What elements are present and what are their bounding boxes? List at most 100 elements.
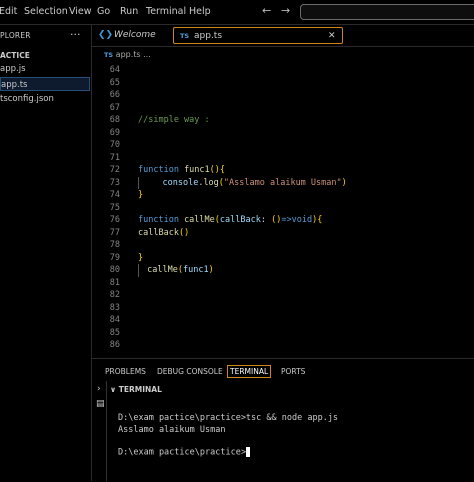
code-token: callBack — [219, 215, 261, 225]
code-line[interactable]: 83 — [92, 302, 474, 315]
code-line[interactable]: 64 — [92, 64, 474, 77]
code-text: callBack() — [138, 227, 189, 240]
code-token: callMe — [184, 215, 215, 225]
code-line[interactable]: 76 function callMe(callBack: ()=>void){ — [92, 214, 474, 227]
tab-ports[interactable]: PORTS — [281, 367, 305, 376]
code-line[interactable]: 73 console.log("Asslamo alaikum Usman") — [92, 176, 474, 189]
code-line[interactable]: 86 — [92, 339, 474, 352]
code-token: //simple way : — [138, 115, 210, 125]
menu-view[interactable]: View — [69, 6, 92, 17]
terminal-prompt-line[interactable]: D:\exam pactice\practice> — [118, 447, 250, 458]
code-editor[interactable]: 64 65 66 67 68 //simple way : 69 70 71 72 function… — [92, 62, 474, 358]
indent-guide — [138, 176, 139, 189]
code-line[interactable]: 84 — [92, 314, 474, 327]
code-line[interactable]: 82 — [92, 289, 474, 302]
file-item-tsconfig[interactable]: tsconfig.json — [0, 92, 90, 106]
line-number: 82 — [109, 290, 120, 300]
code-line[interactable]: 69 — [92, 127, 474, 140]
menu-terminal[interactable]: Terminal — [146, 6, 186, 17]
code-line[interactable]: 65 — [92, 77, 474, 90]
typescript-icon: TS — [104, 51, 114, 59]
code-token: function — [138, 165, 185, 175]
line-number: 85 — [109, 327, 120, 338]
code-text: callMe(func1) — [142, 264, 214, 277]
line-number: 72 — [109, 165, 120, 175]
code-line[interactable]: 77 callBack() — [92, 227, 474, 240]
menu-go[interactable]: Go — [97, 6, 110, 17]
line-number: 68 — [109, 115, 120, 125]
code-token: function — [138, 215, 185, 225]
line-number: 79 — [109, 252, 120, 263]
command-center-search[interactable] — [300, 4, 474, 20]
breadcrumb-more[interactable]: ... — [143, 50, 151, 59]
line-number: 80 — [109, 265, 120, 275]
file-item-app-js[interactable]: app.js — [0, 62, 90, 76]
code-text: } — [138, 189, 143, 202]
code-token: callBack — [138, 227, 179, 238]
arrow-right-icon[interactable]: → — [281, 4, 290, 17]
code-token: func1 — [184, 165, 210, 175]
code-line[interactable]: 80 callMe(func1) — [92, 264, 474, 277]
list-icon[interactable]: ▤ — [96, 399, 105, 409]
tab-terminal[interactable]: TERMINAL — [227, 365, 272, 378]
code-text: //simple way : — [138, 114, 210, 127]
code-token: func1 — [182, 265, 209, 275]
terminal-prompt: D:\exam pactice\practice> — [118, 447, 246, 458]
line-number: 77 — [109, 227, 120, 238]
terminal-cursor — [245, 447, 250, 457]
menu-edit[interactable]: Edit — [0, 6, 17, 17]
arrow-left-icon[interactable]: ← — [262, 4, 271, 17]
chevron-right-icon[interactable]: › — [97, 384, 101, 394]
terminal-section-header[interactable]: ∨ TERMINAL — [110, 385, 162, 394]
close-icon[interactable]: ✕ — [328, 28, 336, 45]
code-token: console — [162, 177, 199, 188]
code-line[interactable]: 79} — [92, 252, 474, 265]
folder-name[interactable]: ACTICE — [0, 51, 30, 60]
line-number: 84 — [109, 315, 120, 325]
code-token: "Asslamo alaikum Usman" — [223, 177, 342, 188]
tab-debug-console[interactable]: DEBUG CONSOLE — [157, 367, 223, 376]
line-number: 69 — [109, 127, 120, 138]
code-line[interactable]: 67 — [92, 102, 474, 115]
code-token: callMe — [147, 265, 178, 275]
vscode-icon: ❮❯ — [98, 30, 114, 40]
file-item-app-ts[interactable]: app.ts — [0, 77, 90, 91]
code-line[interactable]: 68 //simple way : — [92, 114, 474, 127]
menu-run[interactable]: Run — [120, 6, 138, 17]
code-token: } — [138, 190, 144, 200]
terminal-title: TERMINAL — [118, 385, 162, 394]
code-line[interactable]: 72 function func1(){ — [92, 164, 474, 177]
terminal-line: Asslamo alaikum Usman — [118, 425, 226, 435]
indent-guide — [138, 264, 139, 277]
breadcrumb[interactable]: TS app.ts ... — [104, 50, 151, 59]
line-number: 74 — [109, 190, 120, 200]
code-line[interactable]: 81 — [92, 277, 474, 290]
menu-bar: Edit Selection View Go Run Terminal Help… — [0, 0, 474, 25]
code-token: void — [291, 215, 313, 225]
code-token: => — [281, 215, 292, 225]
line-number: 64 — [109, 65, 120, 75]
line-number: 65 — [109, 77, 120, 88]
code-token: log — [203, 177, 219, 188]
code-token: (){ — [209, 165, 226, 175]
breadcrumb-file[interactable]: app.ts — [116, 50, 141, 59]
line-number: 76 — [109, 215, 120, 225]
code-token: ) — [341, 177, 347, 188]
code-line[interactable]: 75 — [92, 202, 474, 215]
code-line[interactable]: 74} — [92, 189, 474, 202]
tab-welcome[interactable]: ❮❯ Welcome — [92, 27, 172, 44]
explorer-title: PLORER — [0, 31, 31, 40]
code-line[interactable]: 85 — [92, 327, 474, 340]
code-line[interactable]: 66 — [92, 89, 474, 102]
menu-selection[interactable]: Selection — [24, 6, 68, 17]
code-line[interactable]: 71 — [92, 152, 474, 165]
tab-app-ts[interactable]: TS app.ts ✕ — [173, 27, 343, 44]
more-actions-icon[interactable]: ··· — [70, 28, 81, 41]
line-number: 66 — [109, 90, 120, 100]
code-line[interactable]: 70 — [92, 139, 474, 152]
tab-welcome-label: Welcome — [114, 30, 156, 40]
menu-help[interactable]: Help — [189, 6, 211, 17]
code-line[interactable]: 78 — [92, 239, 474, 252]
tab-problems[interactable]: PROBLEMS — [105, 367, 146, 376]
